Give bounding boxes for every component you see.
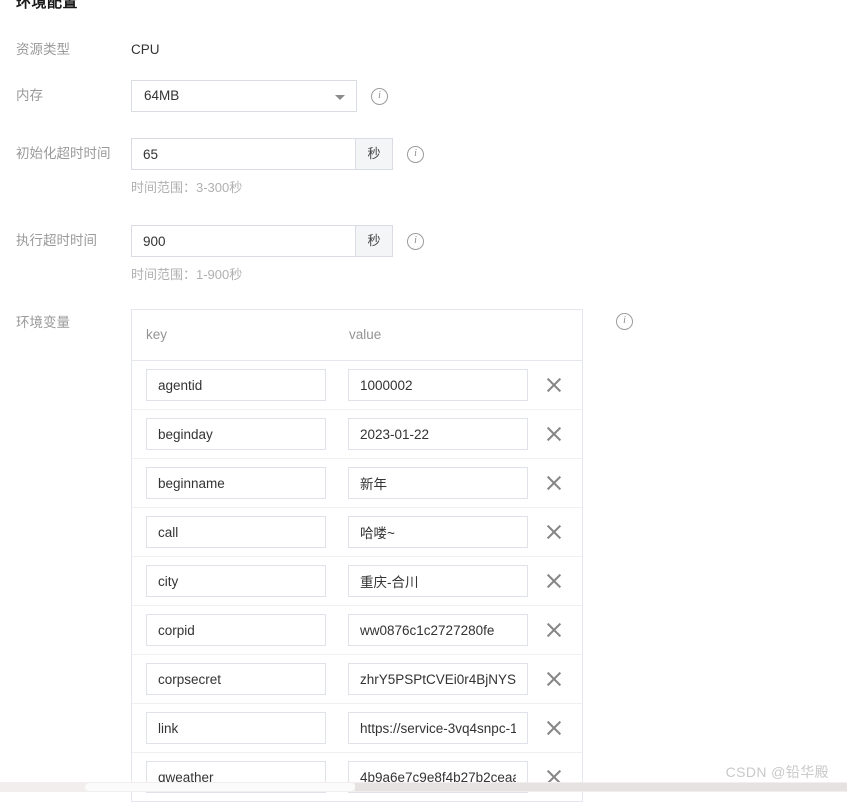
env-key-input[interactable] [146,614,326,646]
env-value-input[interactable] [348,712,528,744]
exec-timeout-input[interactable] [131,225,355,257]
init-timeout-info-icon[interactable] [407,145,424,163]
memory-label: 内存 [16,88,43,103]
close-icon[interactable] [545,670,563,688]
close-icon[interactable] [545,572,563,590]
env-key-input[interactable] [146,663,326,695]
env-key-input[interactable] [146,369,326,401]
table-row [132,459,582,508]
init-timeout-control: 秒 时间范围：3-300秒 [131,138,424,197]
env-value-input[interactable] [348,516,528,548]
env-vars-table-header: key value [132,310,582,361]
page-title: 环境配置 [16,0,79,11]
horizontal-scrollbar[interactable] [0,782,847,792]
table-row [132,704,582,753]
init-timeout-hint: 时间范围：3-300秒 [131,180,243,195]
close-icon[interactable] [545,376,563,394]
env-key-input[interactable] [146,467,326,499]
column-header-key: key [146,327,168,342]
resource-type-label: 资源类型 [16,42,70,57]
env-key-input[interactable] [146,712,326,744]
memory-control: 64MB [131,80,388,112]
table-row [132,410,582,459]
exec-timeout-hint: 时间范围：1-900秒 [131,267,243,282]
column-header-value: value [349,327,382,342]
scrollbar-thumb[interactable] [85,783,355,791]
env-key-input[interactable] [146,418,326,450]
close-icon[interactable] [545,719,563,737]
init-timeout-input[interactable] [131,138,355,170]
table-row [132,655,582,704]
env-value-input[interactable] [348,565,528,597]
close-icon[interactable] [545,474,563,492]
exec-timeout-control: 秒 时间范围：1-900秒 [131,225,424,284]
table-row [132,508,582,557]
table-row [132,606,582,655]
env-value-input[interactable] [348,663,528,695]
env-key-input[interactable] [146,516,326,548]
exec-timeout-info-icon[interactable] [407,232,424,250]
env-vars-label: 环境变量 [16,315,70,330]
env-value-input[interactable] [348,418,528,450]
close-icon[interactable] [545,425,563,443]
watermark: CSDN @铅华殿 [725,764,829,780]
exec-timeout-unit: 秒 [355,225,393,257]
table-row [132,557,582,606]
scrollbar-track-tail[interactable] [355,783,847,791]
exec-timeout-label: 执行超时时间 [16,233,97,248]
env-value-input[interactable] [348,369,528,401]
memory-info-icon[interactable] [371,87,388,105]
chevron-down-icon[interactable] [335,95,345,100]
env-vars-table: key value [131,309,583,802]
environment-config-page: 环境配置 资源类型 CPU 内存 64MB 初始化超时时间 秒 [0,0,847,802]
memory-selected-value: 64MB [144,88,180,103]
env-vars-info-icon[interactable] [616,313,633,330]
resource-type-value: CPU [131,42,160,57]
init-timeout-label: 初始化超时时间 [16,146,111,161]
exec-timeout-input-group: 秒 [131,225,393,257]
init-timeout-unit: 秒 [355,138,393,170]
env-value-input[interactable] [348,467,528,499]
table-row [132,753,582,801]
close-icon[interactable] [545,621,563,639]
memory-select[interactable]: 64MB [131,80,357,112]
env-vars-row-list [132,361,582,801]
table-row [132,361,582,410]
close-icon[interactable] [545,523,563,541]
init-timeout-input-group: 秒 [131,138,393,170]
env-value-input[interactable] [348,614,528,646]
env-key-input[interactable] [146,565,326,597]
